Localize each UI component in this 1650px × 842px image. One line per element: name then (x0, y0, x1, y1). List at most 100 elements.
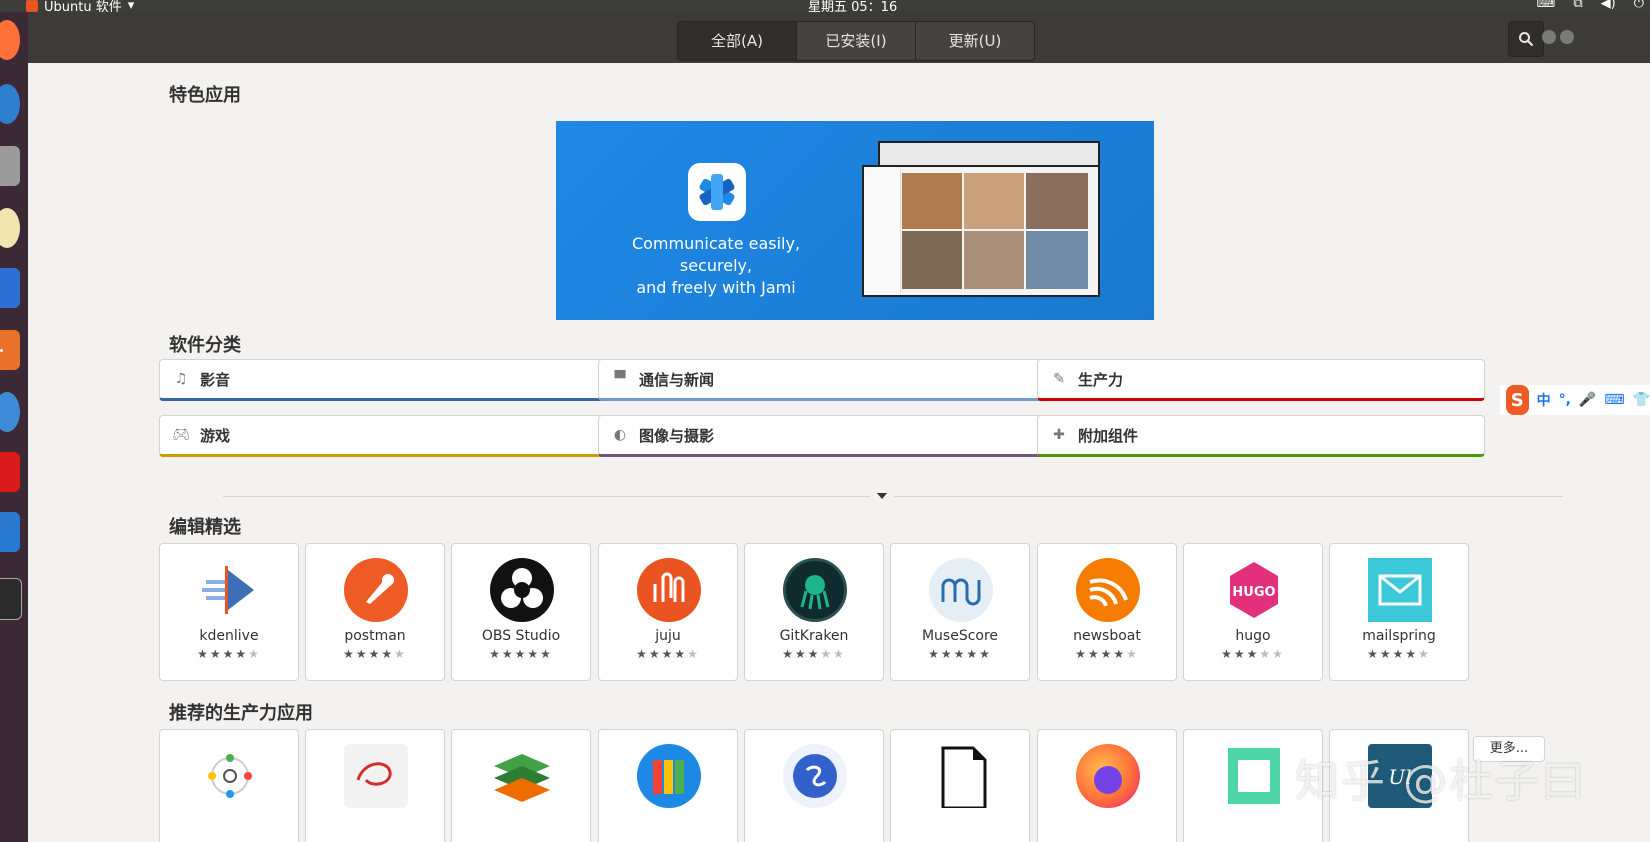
tab-all[interactable]: 全部(A) (678, 22, 797, 60)
simplenote-icon (783, 744, 847, 808)
microphone-icon[interactable]: 🎤 (1579, 392, 1596, 408)
expand-categories-button[interactable] (870, 487, 894, 505)
app-tile-kdenlive[interactable]: kdenlive ★★★★★ (159, 543, 299, 681)
search-button[interactable] (1508, 21, 1544, 57)
green-square-icon (1222, 744, 1286, 808)
skin-shirt-icon[interactable]: 👕 (1633, 392, 1650, 408)
featured-banner[interactable]: Communicate easily, securely, and freely… (556, 121, 1154, 320)
gitkraken-icon (783, 558, 847, 622)
rating-stars: ★★★★★ (1367, 647, 1431, 661)
category-label: 游戏 (200, 426, 231, 445)
minimize-button[interactable] (1542, 30, 1556, 44)
app-tile-musescore[interactable]: MuseScore ★★★★★ (890, 543, 1030, 681)
main-content: 特色应用 Communicate easily, securely, and f… (28, 63, 1650, 842)
red-swirl-icon (344, 744, 408, 808)
app-tile-recommended-1[interactable] (159, 729, 299, 842)
app-tile-obs-studio[interactable]: OBS Studio ★★★★★ (451, 543, 591, 681)
rating-stars: ★★★★★ (636, 647, 700, 661)
rating-stars: ★★★★★ (1221, 647, 1285, 661)
system-tray[interactable]: ⌨ ⧉ ◀) ⏻ (1537, 0, 1644, 11)
obs-studio-icon (490, 558, 554, 622)
document-icon (929, 744, 993, 810)
chevron-down-icon (877, 493, 887, 499)
mailspring-icon (1368, 558, 1432, 622)
jami-logo-icon (688, 163, 746, 221)
keyboard-icon[interactable]: ⌨ (1604, 392, 1624, 408)
watermark: 知乎 @杜子曰 (1295, 756, 1587, 807)
section-categories-title: 软件分类 (169, 335, 241, 356)
firefox-icon (1076, 744, 1140, 808)
section-recommended-title: 推荐的生产力应用 (169, 703, 313, 724)
header-bar: 全部(A) 已安装(I) 更新(U) (28, 12, 1650, 64)
vscode-dock-icon[interactable] (0, 512, 20, 552)
help-dock-icon[interactable] (0, 392, 20, 432)
category-communication[interactable]: ▀ 通信与新闻 (598, 359, 1046, 401)
app-tile-juju[interactable]: juju ★★★★★ (598, 543, 738, 681)
app-tile-recommended-2[interactable] (305, 729, 445, 842)
app-tile-gitkraken[interactable]: GitKraken ★★★★★ (744, 543, 884, 681)
gamepad-icon: 🎮︎ (172, 427, 190, 443)
volume-icon[interactable]: ◀) (1601, 0, 1616, 11)
app-tile-recommended-7[interactable] (1037, 729, 1177, 842)
app-tile-newsboat[interactable]: newsboat ★★★★★ (1037, 543, 1177, 681)
ubuntu-logo-icon (26, 0, 38, 12)
category-productivity[interactable]: ✎ 生产力 (1037, 359, 1485, 401)
rhythmbox-dock-icon[interactable] (0, 208, 20, 248)
writer-dock-icon[interactable] (0, 268, 20, 308)
chevron-down-icon: ▾ (127, 0, 135, 12)
app-menu[interactable]: Ubuntu 软件 ▾ (26, 0, 134, 12)
ime-toolbar: S 中 °, 🎤 ⌨ 👕 (1500, 385, 1650, 415)
rating-stars: ★★★★★ (489, 647, 553, 661)
category-graphics[interactable]: ◐ 图像与摄影 (598, 415, 1046, 457)
app-menu-label: Ubuntu 软件 (44, 0, 122, 12)
maximize-button[interactable] (1560, 30, 1574, 44)
category-label: 影音 (200, 370, 231, 389)
network-icon[interactable]: ⧉ (1573, 0, 1582, 11)
rating-stars: ★★★★★ (1075, 647, 1139, 661)
category-games[interactable]: 🎮︎ 游戏 (159, 415, 607, 457)
software-dock-icon[interactable] (0, 330, 20, 370)
terminal-dock-icon[interactable] (0, 578, 22, 620)
app-dock-icon[interactable] (0, 452, 20, 492)
ime-punctuation-mode[interactable]: °, (1559, 392, 1571, 408)
app-tile-mailspring[interactable]: mailspring ★★★★★ (1329, 543, 1469, 681)
files-dock-icon[interactable] (0, 146, 20, 186)
app-name: OBS Studio (481, 628, 561, 644)
tab-installed[interactable]: 已安装(I) (797, 22, 916, 60)
layers-stack-icon (490, 744, 554, 808)
keyboard-icon[interactable]: ⌨ (1537, 0, 1556, 11)
category-label: 通信与新闻 (639, 370, 715, 389)
postman-icon (344, 558, 408, 622)
sogou-logo-icon[interactable]: S (1506, 385, 1529, 415)
pencil-edit-icon: ✎ (1053, 371, 1065, 387)
app-tile-recommended-4[interactable] (598, 729, 738, 842)
app-tile-recommended-5[interactable] (744, 729, 884, 842)
app-tile-hugo[interactable]: HUGO hugo ★★★★★ (1183, 543, 1323, 681)
rating-stars: ★★★★★ (343, 647, 407, 661)
firefox-dock-icon[interactable] (0, 20, 20, 60)
rating-stars: ★★★★★ (197, 647, 261, 661)
app-tile-recommended-6[interactable] (890, 729, 1030, 842)
musescore-icon (929, 558, 993, 622)
app-name: mailspring (1362, 628, 1436, 644)
thunderbird-dock-icon[interactable] (0, 84, 20, 124)
dots-circle-icon (198, 744, 262, 808)
view-switcher: 全部(A) 已安装(I) 更新(U) (677, 21, 1035, 61)
ime-chinese-mode[interactable]: 中 (1537, 390, 1551, 410)
dock (0, 12, 28, 842)
rating-stars: ★★★★★ (782, 647, 846, 661)
app-name: GitKraken (779, 628, 849, 644)
clock[interactable]: 星期五 05：16 (808, 0, 897, 12)
app-name: newsboat (1073, 628, 1141, 644)
banner-line-2: and freely with Jami (636, 278, 796, 297)
power-icon[interactable]: ⏻ (1634, 0, 1644, 11)
section-featured-title: 特色应用 (169, 85, 241, 106)
tab-updates[interactable]: 更新(U) (916, 22, 1034, 60)
category-audio-video[interactable]: ♫ 影音 (159, 359, 607, 401)
app-name: hugo (1235, 628, 1271, 644)
category-addons[interactable]: ✚ 附加组件 (1037, 415, 1485, 457)
app-name: kdenlive (199, 628, 259, 644)
app-tile-recommended-3[interactable] (451, 729, 591, 842)
newsboat-icon (1076, 558, 1140, 622)
app-tile-postman[interactable]: postman ★★★★★ (305, 543, 445, 681)
